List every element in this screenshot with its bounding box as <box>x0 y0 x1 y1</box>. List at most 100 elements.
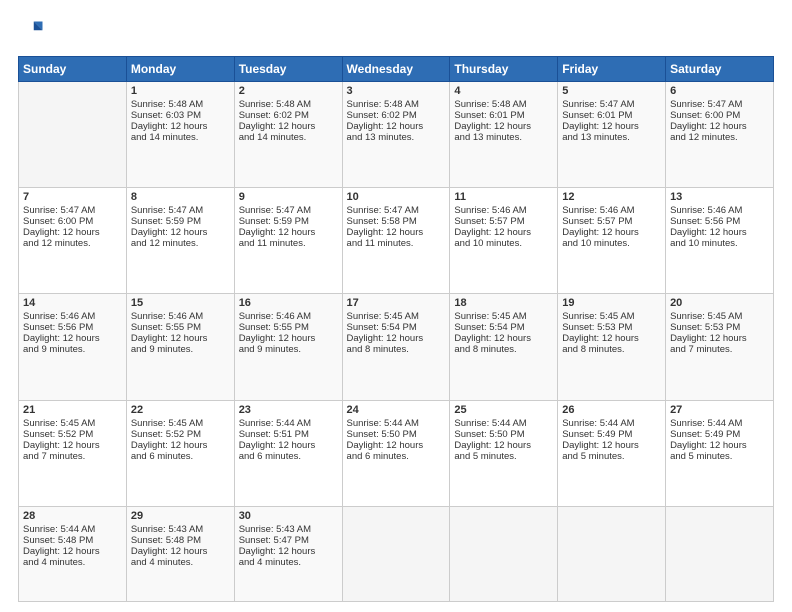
calendar-cell: 6Sunrise: 5:47 AMSunset: 6:00 PMDaylight… <box>666 82 774 188</box>
day-number: 17 <box>347 297 446 309</box>
day-info-line: Daylight: 12 hours <box>454 227 553 238</box>
day-info-line: Daylight: 12 hours <box>23 333 122 344</box>
day-number: 5 <box>562 85 661 97</box>
day-info-line: Daylight: 12 hours <box>454 121 553 132</box>
day-info-line: Sunset: 6:02 PM <box>347 110 446 121</box>
day-number: 1 <box>131 85 230 97</box>
calendar-cell: 30Sunrise: 5:43 AMSunset: 5:47 PMDayligh… <box>234 506 342 601</box>
weekday-header-monday: Monday <box>126 57 234 82</box>
weekday-header-thursday: Thursday <box>450 57 558 82</box>
day-info-line: Sunrise: 5:47 AM <box>239 205 338 216</box>
calendar-cell: 11Sunrise: 5:46 AMSunset: 5:57 PMDayligh… <box>450 188 558 294</box>
day-info-line: Sunset: 5:52 PM <box>131 429 230 440</box>
weekday-header-tuesday: Tuesday <box>234 57 342 82</box>
day-info-line: Daylight: 12 hours <box>131 227 230 238</box>
day-info-line: and 6 minutes. <box>131 451 230 462</box>
day-info-line: Daylight: 12 hours <box>131 440 230 451</box>
day-info-line: Daylight: 12 hours <box>562 440 661 451</box>
day-info-line: and 4 minutes. <box>131 557 230 568</box>
day-info-line: and 8 minutes. <box>347 344 446 355</box>
logo <box>18 18 50 46</box>
day-info-line: Daylight: 12 hours <box>670 440 769 451</box>
day-info-line: and 9 minutes. <box>131 344 230 355</box>
day-number: 12 <box>562 191 661 203</box>
day-info-line: Sunrise: 5:43 AM <box>131 524 230 535</box>
week-row-3: 14Sunrise: 5:46 AMSunset: 5:56 PMDayligh… <box>19 294 774 400</box>
calendar-cell: 14Sunrise: 5:46 AMSunset: 5:56 PMDayligh… <box>19 294 127 400</box>
header <box>18 18 774 46</box>
day-info-line: Sunset: 5:56 PM <box>670 216 769 227</box>
calendar-cell <box>342 506 450 601</box>
calendar-cell: 23Sunrise: 5:44 AMSunset: 5:51 PMDayligh… <box>234 400 342 506</box>
day-number: 4 <box>454 85 553 97</box>
day-info-line: and 4 minutes. <box>23 557 122 568</box>
week-row-5: 28Sunrise: 5:44 AMSunset: 5:48 PMDayligh… <box>19 506 774 601</box>
day-info-line: Sunset: 5:50 PM <box>347 429 446 440</box>
day-info-line: Sunrise: 5:48 AM <box>239 99 338 110</box>
day-number: 2 <box>239 85 338 97</box>
day-number: 24 <box>347 404 446 416</box>
day-info-line: Sunrise: 5:46 AM <box>562 205 661 216</box>
calendar-cell: 22 Sunrise: 5:45 AMSunset: 5:52 PMDayligh… <box>126 400 234 506</box>
day-info-line: and 7 minutes. <box>23 451 122 462</box>
day-info-line: Daylight: 12 hours <box>239 227 338 238</box>
calendar-cell: 19Sunrise: 5:45 AMSunset: 5:53 PMDayligh… <box>558 294 666 400</box>
day-info-line: and 5 minutes. <box>670 451 769 462</box>
day-info-line: and 8 minutes. <box>454 344 553 355</box>
day-info-line: Sunrise: 5:47 AM <box>347 205 446 216</box>
day-info-line: Sunset: 5:59 PM <box>239 216 338 227</box>
day-number: 22 <box>131 404 230 416</box>
day-info-line: and 9 minutes. <box>239 344 338 355</box>
day-number: 10 <box>347 191 446 203</box>
day-info-line: Sunrise: 5:45 AM <box>347 311 446 322</box>
day-info-line: and 13 minutes. <box>347 132 446 143</box>
calendar-table: SundayMondayTuesdayWednesdayThursdayFrid… <box>18 56 774 602</box>
day-info-line: Sunset: 6:00 PM <box>670 110 769 121</box>
day-info-line: Daylight: 12 hours <box>670 333 769 344</box>
day-info-line: Sunrise: 5:48 AM <box>454 99 553 110</box>
day-info-line: Sunset: 6:01 PM <box>562 110 661 121</box>
calendar-cell: 27Sunrise: 5:44 AMSunset: 5:49 PMDayligh… <box>666 400 774 506</box>
day-info-line: Daylight: 12 hours <box>23 546 122 557</box>
day-info-line: Sunrise: 5:45 AM <box>23 418 122 429</box>
day-number: 21 <box>23 404 122 416</box>
day-info-line: and 12 minutes. <box>670 132 769 143</box>
week-row-1: 1Sunrise: 5:48 AMSunset: 6:03 PMDaylight… <box>19 82 774 188</box>
day-info-line: Sunrise: 5:44 AM <box>562 418 661 429</box>
day-info-line: Sunrise: 5:45 AM <box>131 418 230 429</box>
day-info-line: Daylight: 12 hours <box>239 546 338 557</box>
day-info-line: Daylight: 12 hours <box>131 546 230 557</box>
weekday-header-wednesday: Wednesday <box>342 57 450 82</box>
day-info-line: Sunset: 5:57 PM <box>562 216 661 227</box>
day-info-line: and 14 minutes. <box>239 132 338 143</box>
day-info-line: Sunset: 5:56 PM <box>23 322 122 333</box>
day-info-line: Daylight: 12 hours <box>239 121 338 132</box>
day-info-line: Sunrise: 5:46 AM <box>131 311 230 322</box>
calendar-cell: 15Sunrise: 5:46 AMSunset: 5:55 PMDayligh… <box>126 294 234 400</box>
day-info-line: Sunrise: 5:44 AM <box>347 418 446 429</box>
day-info-line: Sunset: 5:58 PM <box>347 216 446 227</box>
day-number: 26 <box>562 404 661 416</box>
calendar-cell: 5Sunrise: 5:47 AMSunset: 6:01 PMDaylight… <box>558 82 666 188</box>
calendar-cell: 9Sunrise: 5:47 AMSunset: 5:59 PMDaylight… <box>234 188 342 294</box>
day-info-line: Sunset: 6:02 PM <box>239 110 338 121</box>
day-info-line: Daylight: 12 hours <box>454 440 553 451</box>
calendar-cell <box>450 506 558 601</box>
day-info-line: Sunset: 5:54 PM <box>454 322 553 333</box>
day-info-line: Sunset: 5:49 PM <box>562 429 661 440</box>
weekday-header-sunday: Sunday <box>19 57 127 82</box>
day-info-line: and 5 minutes. <box>454 451 553 462</box>
day-info-line: Sunrise: 5:44 AM <box>23 524 122 535</box>
day-number: 3 <box>347 85 446 97</box>
day-info-line: Daylight: 12 hours <box>239 333 338 344</box>
weekday-header-row: SundayMondayTuesdayWednesdayThursdayFrid… <box>19 57 774 82</box>
day-info-line: Sunrise: 5:44 AM <box>670 418 769 429</box>
day-info-line: Daylight: 12 hours <box>23 227 122 238</box>
day-number: 29 <box>131 510 230 522</box>
day-info-line: Daylight: 12 hours <box>670 227 769 238</box>
day-number: 18 <box>454 297 553 309</box>
day-info-line: Daylight: 12 hours <box>562 333 661 344</box>
day-info-line: Daylight: 12 hours <box>562 227 661 238</box>
day-info-line: Sunrise: 5:44 AM <box>239 418 338 429</box>
day-info-line: Sunset: 5:54 PM <box>347 322 446 333</box>
